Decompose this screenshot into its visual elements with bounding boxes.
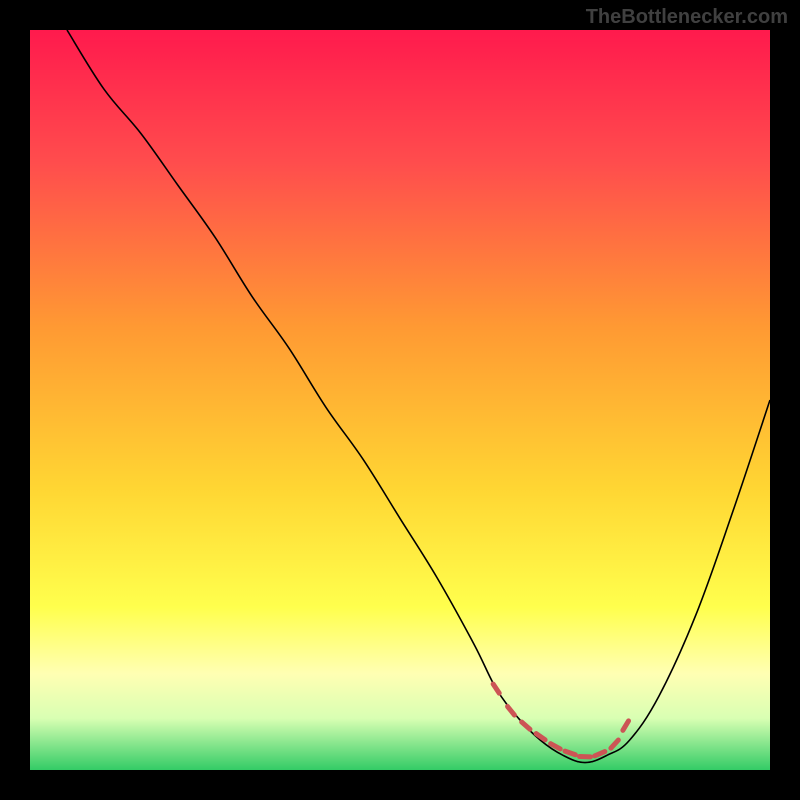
chart-svg — [30, 30, 770, 770]
gradient-background — [30, 30, 770, 770]
plot-area — [30, 30, 770, 770]
watermark-text: TheBottlenecker.com — [586, 6, 788, 29]
optimal-marker — [565, 751, 575, 755]
chart-container: TheBottlenecker.com — [0, 0, 800, 800]
